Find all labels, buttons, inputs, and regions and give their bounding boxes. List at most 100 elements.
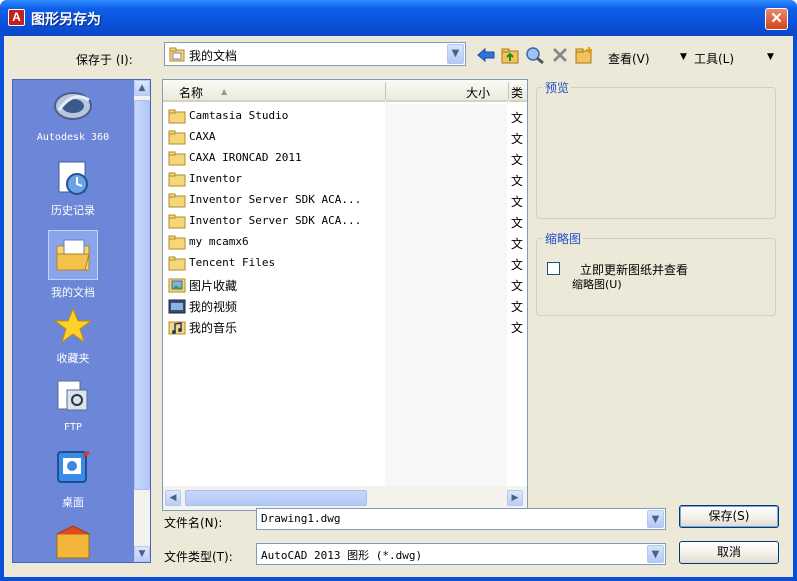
scroll-right-icon[interactable]: ▶ [507,490,523,506]
list-item[interactable]: 我的视频 文 [163,295,527,316]
sort-ascending-icon: ▲ [221,87,228,96]
autocad-app-icon[interactable]: A [8,9,25,26]
places-list: Autodesk 360 历史记录 我的文档 收藏夹 FTP 桌面 [13,80,133,562]
file-type: 文 [511,216,524,230]
place-label: 收藏夹 [56,352,90,365]
autodesk-360-icon [54,92,92,120]
list-item[interactable]: Camtasia Studio 文 [163,106,527,127]
file-type: 文 [511,153,524,167]
new-folder-icon[interactable] [574,46,594,64]
file-name: 我的视频 [189,300,238,314]
column-header-size[interactable]: 大小 [386,80,508,102]
scroll-thumb[interactable] [185,490,367,506]
save-in-label: 保存于 (I): [76,53,133,67]
views-menu[interactable]: 查看(V) [608,50,650,67]
list-item[interactable]: 我的音乐 文 [163,316,527,337]
folder-icon [168,130,186,145]
filename-value[interactable]: Drawing1.dwg [261,512,340,525]
history-icon [58,161,88,195]
folder-icon [168,109,186,124]
column-type-label: 类 [511,86,524,100]
preview-group [536,87,776,219]
title-bar[interactable]: A 图形另存为 ✕ [0,0,797,36]
place-ftp[interactable]: FTP [13,376,133,433]
column-size-label: 大小 [466,86,491,100]
more-dropdown-arrow-icon[interactable]: ▼ [767,52,774,62]
dialog-client-area: 保存于 (I): 我的文档 ▼ 查看(V) ▼ 工具(L) ▼ Autodesk… [4,36,793,577]
file-type: 文 [511,258,524,272]
scroll-left-icon[interactable]: ◀ [165,490,181,506]
scroll-up-icon[interactable]: ▲ [134,80,150,96]
chevron-down-icon[interactable]: ▼ [447,44,464,64]
file-name: CAXA [189,130,216,143]
file-type: 文 [511,300,524,314]
thumbnail-title: 缩略图 [543,230,584,247]
update-thumbnail-label-line2[interactable]: 缩略图(U) [572,276,622,292]
scroll-down-icon[interactable]: ▼ [134,546,150,562]
column-header-name[interactable]: 名称 ▲ [163,80,385,102]
window-bottom-border [0,577,797,581]
filetype-value: AutoCAD 2013 图形 (*.dwg) [261,549,423,562]
file-name: Tencent Files [189,256,276,269]
place-label: 历史记录 [51,204,95,217]
save-as-dialog: A 图形另存为 ✕ 保存于 (I): 我的文档 ▼ 查看(V) ▼ 工具(L) … [0,0,797,581]
window-title: 图形另存为 [31,12,101,28]
tools-menu[interactable]: 工具(L) [694,50,734,67]
documents-folder-icon [169,47,185,62]
folder-icon [168,256,186,271]
list-item[interactable]: CAXA IRONCAD 2011 文 [163,148,527,169]
filename-input[interactable]: Drawing1.dwg ▼ [256,508,666,530]
search-web-icon[interactable] [525,46,545,64]
close-button[interactable]: ✕ [765,8,788,30]
ftp-icon [57,380,88,411]
file-type: 文 [511,132,524,146]
place-history[interactable]: 历史记录 [13,158,133,218]
file-name: 图片收藏 [189,279,238,293]
place-favorites[interactable]: 收藏夹 [13,306,133,366]
file-type: 文 [511,321,524,335]
place-autodesk-360[interactable]: Autodesk 360 [13,86,133,143]
file-name: Inventor Server SDK ACA... [189,193,362,206]
file-list[interactable]: 名称 ▲ 大小 类 Camtasia Studio 文 CAXA 文 CAXA … [162,79,528,511]
list-item[interactable]: my mcamx6 文 [163,232,527,253]
list-item[interactable]: Tencent Files 文 [163,253,527,274]
cancel-button[interactable]: 取消 [679,541,779,564]
list-item[interactable]: 图片收藏 文 [163,274,527,295]
chevron-down-icon[interactable]: ▼ [647,545,664,563]
file-type: 文 [511,111,524,125]
column-header-type[interactable]: 类 [509,80,527,102]
favorites-star-icon [53,307,93,344]
back-arrow-icon[interactable] [476,46,496,64]
chevron-down-icon[interactable]: ▼ [647,510,664,528]
delete-icon[interactable] [550,46,570,64]
column-name-label: 名称 [179,86,204,100]
list-item[interactable]: CAXA 文 [163,127,527,148]
tools-dropdown-arrow-icon[interactable]: ▼ [680,52,687,62]
place-label: FTP [63,422,83,433]
folder-icon [168,235,186,250]
place-mail-folder[interactable] [13,524,133,560]
place-my-documents[interactable]: 我的文档 [13,230,133,300]
my-documents-icon [56,239,90,271]
places-scrollbar[interactable]: ▲ ▼ [134,80,150,562]
places-bar: Autodesk 360 历史记录 我的文档 收藏夹 FTP 桌面 ▲ ▼ [12,79,151,563]
list-item[interactable]: Inventor Server SDK ACA... 文 [163,190,527,211]
file-name: 我的音乐 [189,321,238,335]
file-name: Inventor Server SDK ACA... [189,214,362,227]
file-type: 文 [511,279,524,293]
up-folder-icon[interactable] [500,46,520,64]
desktop-icon [57,450,90,483]
list-item[interactable]: Inventor 文 [163,169,527,190]
filetype-dropdown[interactable]: AutoCAD 2013 图形 (*.dwg) ▼ [256,543,666,565]
filetype-label: 文件类型(T): [164,550,233,564]
save-in-dropdown[interactable]: 我的文档 ▼ [164,42,466,66]
update-thumbnail-checkbox[interactable] [547,262,560,275]
file-list-horizontal-scrollbar[interactable]: ◀ ▶ [163,486,527,510]
folder-icon [168,193,186,208]
scroll-thumb[interactable] [134,100,150,490]
place-desktop[interactable]: 桌面 [13,448,133,510]
save-button[interactable]: 保存(S) [679,505,779,528]
place-label: Autodesk 360 [36,132,110,143]
list-item[interactable]: Inventor Server SDK ACA... 文 [163,211,527,232]
music-folder-icon [168,321,186,335]
